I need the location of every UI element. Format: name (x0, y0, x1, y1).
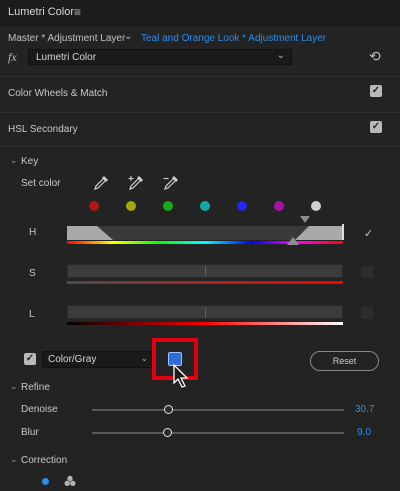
luminance-range-slider[interactable] (67, 305, 343, 319)
color-swatch[interactable] (163, 201, 173, 211)
hue-range-handle-top[interactable] (300, 216, 310, 224)
color-swatch[interactable] (311, 201, 321, 211)
key-section-label[interactable]: Key (21, 156, 38, 167)
panel-title: Lumetri Color (8, 6, 75, 18)
chevron-down-icon[interactable]: ⌄ (10, 454, 18, 465)
correction-section-label[interactable]: Correction (21, 455, 67, 466)
three-wheel-mode-icon[interactable] (64, 475, 76, 487)
slider-midpoint (205, 266, 206, 277)
mask-mode-dropdown[interactable]: Color/Gray ⌄ (42, 351, 154, 368)
denoise-value[interactable]: 30.7 (355, 404, 374, 415)
blur-slider-knob[interactable] (162, 428, 172, 437)
color-swatch[interactable] (89, 201, 99, 211)
master-source-label[interactable]: Master * Adjustment Layer (8, 33, 125, 44)
hsl-secondary-checkbox[interactable]: ✓ (370, 121, 382, 133)
color-swatch[interactable] (200, 201, 210, 211)
color-wheels-checkbox[interactable]: ✓ (370, 85, 382, 97)
mouse-cursor-icon (173, 364, 189, 388)
hue-range-slider[interactable] (67, 224, 344, 240)
denoise-slider-track[interactable] (92, 409, 344, 411)
chevron-down-icon[interactable]: ⌄ (10, 381, 18, 392)
blur-slider-track[interactable] (92, 432, 344, 434)
divider (0, 146, 400, 147)
eyedropper-add-icon[interactable] (127, 174, 145, 192)
show-mask-checkbox[interactable]: ✓ (24, 353, 36, 365)
section-color-wheels[interactable]: Color Wheels & Match (8, 88, 107, 99)
chevron-down-icon: ⌄ (140, 353, 148, 363)
color-swatch[interactable] (237, 201, 247, 211)
clip-source-label[interactable]: Teal and Orange Look * Adjustment Layer (141, 33, 326, 44)
slider-midpoint (205, 307, 206, 318)
reset-effect-icon[interactable]: ⟲ (369, 48, 381, 65)
saturation-range-slider[interactable] (67, 264, 343, 278)
chevron-down-icon[interactable]: ⌄ (124, 31, 132, 42)
luminance-gradient-bar (67, 322, 343, 325)
hue-checkmark-icon[interactable]: ✓ (364, 227, 373, 240)
chevron-down-icon[interactable]: ⌄ (10, 155, 18, 166)
luminance-toggle[interactable] (361, 307, 373, 319)
set-color-label: Set color (21, 178, 61, 189)
eyedropper-subtract-icon[interactable] (162, 174, 180, 192)
divider (0, 112, 400, 113)
hue-range-handle-bottom[interactable] (287, 237, 299, 246)
color-swatch[interactable] (126, 201, 136, 211)
hamburger-menu-icon[interactable]: ≡ (74, 5, 81, 19)
eyedropper-icon[interactable] (92, 174, 110, 192)
mask-mode-value: Color/Gray (48, 354, 97, 365)
blur-value[interactable]: 9.0 (357, 427, 371, 438)
source-selector-row: Master * Adjustment Layer ⌄ Teal and Ora… (0, 30, 400, 48)
refine-section-label[interactable]: Refine (21, 382, 50, 393)
single-wheel-mode-radio[interactable] (42, 478, 49, 485)
fx-icon: fx (8, 50, 17, 64)
luminance-label: L (29, 309, 35, 320)
blur-label: Blur (21, 427, 39, 438)
divider (0, 76, 400, 77)
denoise-slider-knob[interactable] (164, 405, 174, 414)
section-hsl-secondary[interactable]: HSL Secondary (8, 124, 78, 135)
saturation-gradient-bar (67, 281, 343, 284)
saturation-label: S (29, 268, 36, 279)
denoise-label: Denoise (21, 404, 58, 415)
effect-row: fx Lumetri Color ⌄ ⟲ (0, 48, 400, 68)
color-swatch[interactable] (274, 201, 284, 211)
hue-label: H (29, 227, 37, 238)
effect-dropdown-value: Lumetri Color (36, 52, 97, 63)
hue-spectrum-bar (67, 241, 343, 244)
panel-header: Lumetri Color ≡ (0, 0, 400, 26)
reset-button[interactable]: Reset (310, 351, 379, 371)
chevron-down-icon: ⌄ (276, 50, 285, 61)
saturation-toggle[interactable] (361, 266, 373, 278)
effect-dropdown[interactable]: Lumetri Color ⌄ (28, 49, 292, 65)
